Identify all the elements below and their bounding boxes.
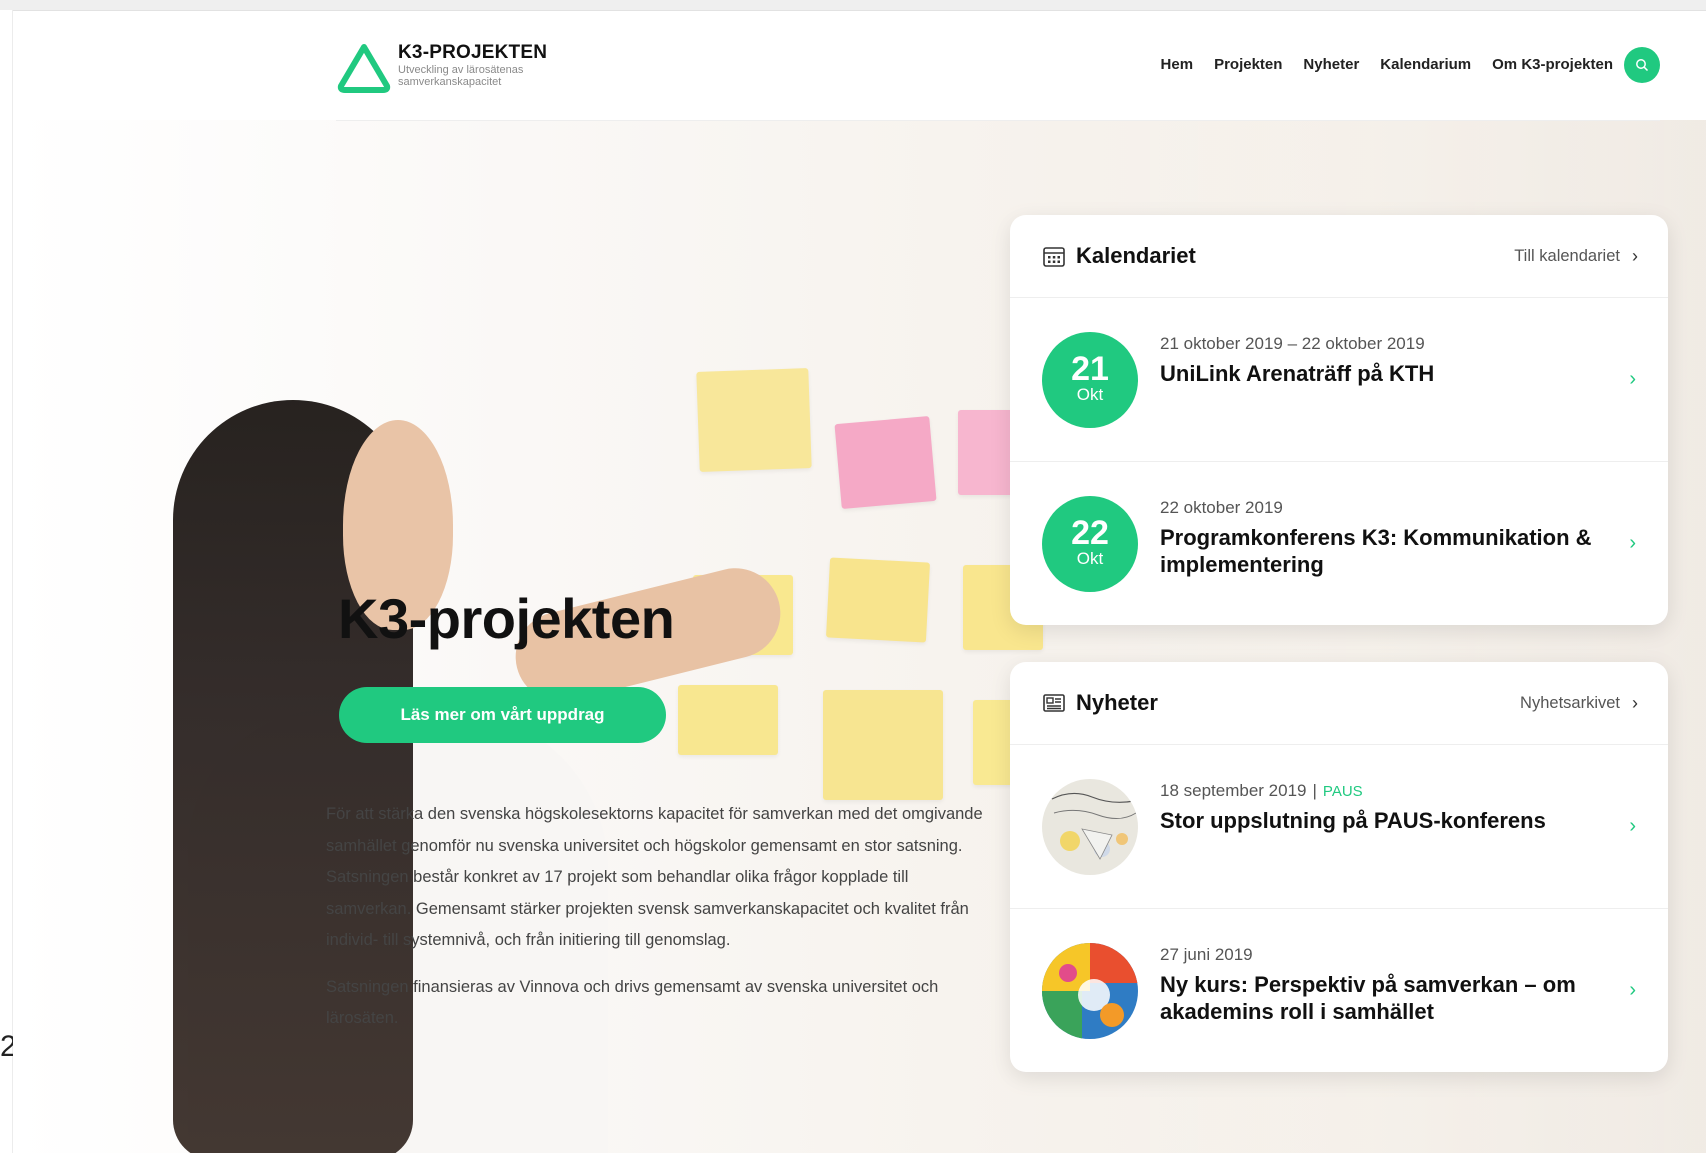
news-thumbnail-image [1042, 779, 1138, 875]
to-calendar-link[interactable]: Till kalendariet › [1514, 215, 1638, 297]
date-badge: 21 Okt [1042, 332, 1138, 428]
news-archive-link[interactable]: Nyhetsarkivet › [1520, 662, 1638, 744]
search-icon [1636, 59, 1649, 72]
main-nav: Hem Projekten Nyheter Kalendarium Om K3-… [1161, 56, 1613, 73]
news-card-header: Nyheter Nyhetsarkivet › [1010, 662, 1668, 745]
read-more-mission-button[interactable]: Läs mer om vårt uppdrag [339, 687, 666, 743]
hero-title: K3-projekten [338, 586, 675, 650]
browser-frame-left [0, 10, 13, 1153]
event-title: Programkonferens K3: Kommunikation & imp… [1160, 525, 1592, 577]
nav-om-k3-projekten[interactable]: Om K3-projekten [1492, 56, 1613, 73]
chevron-right-icon: › [1632, 692, 1638, 713]
calendar-card-title: Kalendariet [1076, 243, 1196, 268]
nav-nyheter[interactable]: Nyheter [1303, 56, 1359, 73]
intro-paragraph: Satsningen finansieras av Vinnova och dr… [326, 977, 939, 1028]
to-calendar-label: Till kalendariet [1514, 246, 1620, 265]
meta-separator: | [1312, 781, 1317, 800]
news-tag[interactable]: PAUS [1323, 783, 1363, 800]
date-day: 22 [1071, 514, 1109, 552]
intro-paragraph: För att stärka den svenska högskolesekto… [326, 805, 983, 949]
chevron-right-icon: › [1629, 532, 1636, 554]
date-day: 21 [1071, 350, 1109, 388]
calendar-event[interactable]: 21 Okt 21 oktober 2019 – 22 oktober 2019… [1010, 298, 1668, 462]
chevron-right-icon: › [1629, 979, 1636, 1001]
search-button[interactable] [1624, 47, 1660, 83]
date-month: Okt [1076, 385, 1104, 404]
news-card-title: Nyheter [1076, 690, 1158, 715]
calendar-icon [1043, 247, 1065, 267]
chevron-right-icon: › [1632, 245, 1638, 266]
calendar-card: Kalendariet Till kalendariet › 21 Okt 21… [1010, 215, 1668, 625]
news-title: Stor uppslutning på PAUS-konferens [1160, 808, 1546, 833]
nav-kalendarium[interactable]: Kalendarium [1380, 56, 1471, 73]
news-meta: 18 september 2019 | PAUS [1160, 781, 1600, 801]
date-badge: 22 Okt [1042, 496, 1138, 592]
news-date: 27 juni 2019 [1160, 945, 1253, 964]
event-date: 21 oktober 2019 – 22 oktober 2019 [1160, 334, 1425, 353]
news-item[interactable]: 27 juni 2019 Ny kurs: Perspektiv på samv… [1010, 909, 1668, 1072]
logo-subtitle: Utveckling av lärosätenas samverkanskapa… [398, 64, 524, 88]
site-logo[interactable]: K3-PROJEKTEN Utveckling av lärosätenas s… [336, 42, 558, 94]
calendar-card-header: Kalendariet Till kalendariet › [1010, 215, 1668, 298]
news-item[interactable]: 18 september 2019 | PAUS Stor uppslutning … [1010, 745, 1668, 909]
news-thumbnail-image [1042, 943, 1138, 1039]
nav-hem[interactable]: Hem [1161, 56, 1194, 73]
chevron-right-icon: › [1629, 815, 1636, 837]
site-header: K3-PROJEKTEN Utveckling av lärosätenas s… [336, 30, 1660, 121]
logo-triangle-icon [337, 44, 391, 93]
news-card: Nyheter Nyhetsarkivet › 18 september 201… [1010, 662, 1668, 1072]
news-date: 18 september 2019 [1160, 781, 1307, 800]
calendar-event[interactable]: 22 Okt 22 oktober 2019 Programkonferens … [1010, 462, 1668, 625]
nav-projekten[interactable]: Projekten [1214, 56, 1282, 73]
intro-text: För att stärka den svenska högskolesekto… [326, 799, 986, 1050]
logo-title: K3-PROJEKTEN [398, 42, 548, 63]
chevron-right-icon: › [1629, 368, 1636, 390]
news-title: Ny kurs: Perspektiv på samverkan – om ak… [1160, 972, 1576, 1024]
news-archive-label: Nyhetsarkivet [1520, 693, 1620, 712]
date-month: Okt [1076, 549, 1104, 568]
browser-frame-top [0, 0, 1706, 11]
newspaper-icon [1043, 694, 1065, 712]
event-title: UniLink Arenaträff på KTH [1160, 361, 1435, 386]
event-date: 22 oktober 2019 [1160, 498, 1283, 517]
